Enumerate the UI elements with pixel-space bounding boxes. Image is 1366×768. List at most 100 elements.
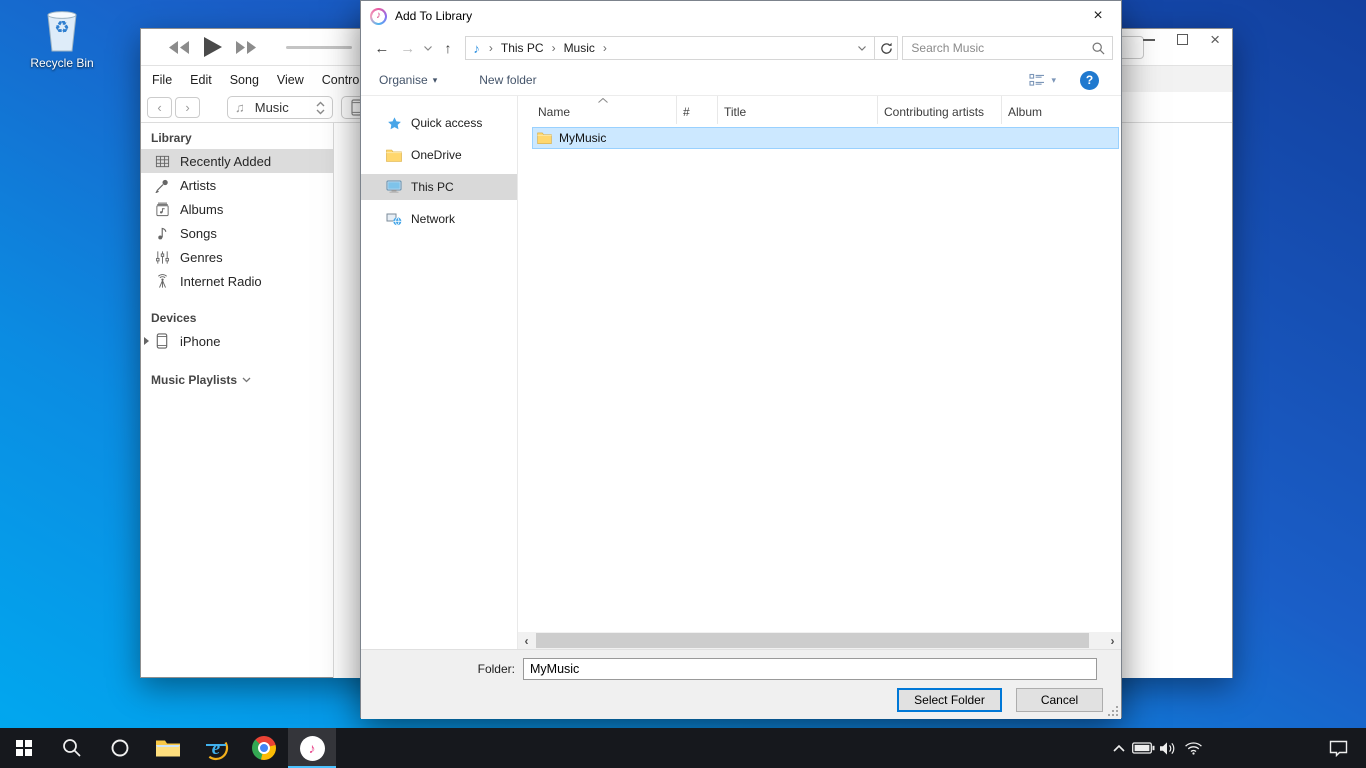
taskbar-search-button[interactable] <box>48 728 96 768</box>
internet-explorer-button[interactable]: e <box>192 728 240 768</box>
system-tray <box>1106 728 1366 768</box>
pane-item-quick-access[interactable]: Quick access <box>361 110 517 136</box>
search-icon[interactable] <box>1092 42 1112 55</box>
dialog-title-bar[interactable]: ♪ Add To Library × <box>361 1 1121 31</box>
search-input[interactable] <box>903 41 1092 55</box>
sidebar-item-albums[interactable]: Albums <box>141 197 333 221</box>
file-name: MyMusic <box>559 131 606 145</box>
column-header-number[interactable]: # <box>677 96 718 124</box>
media-kind-picker[interactable]: ♫ Music <box>227 96 333 119</box>
new-folder-button[interactable]: New folder <box>479 73 536 87</box>
minimize-icon[interactable] <box>1143 39 1155 41</box>
close-icon[interactable]: × <box>1210 34 1220 45</box>
cancel-button[interactable]: Cancel <box>1016 688 1103 712</box>
scroll-right-arrow[interactable]: › <box>1104 632 1121 649</box>
file-list: Name # Title Contributing artists Album … <box>518 96 1121 649</box>
itunes-taskbar-button[interactable]: ♪ <box>288 728 336 768</box>
pane-item-onedrive[interactable]: OneDrive <box>361 142 517 168</box>
start-button[interactable] <box>0 728 48 768</box>
rewind-button[interactable] <box>167 40 191 55</box>
search-icon <box>62 738 82 758</box>
this-pc-monitor-icon <box>385 180 403 194</box>
refresh-button[interactable] <box>875 36 899 60</box>
sidebar-item-recently-added[interactable]: Recently Added <box>141 149 333 173</box>
select-folder-button[interactable]: Select Folder <box>897 688 1002 712</box>
dialog-navigation-bar: ← → ↑ ♪ › This PC › Music › <box>361 31 1121 65</box>
breadcrumb-chevron[interactable]: › <box>599 41 611 55</box>
speaker-icon <box>1159 741 1179 756</box>
song-note-icon <box>153 226 171 241</box>
show-hidden-icons-button[interactable] <box>1106 728 1131 768</box>
volume-indicator[interactable] <box>1156 728 1181 768</box>
itunes-back-button[interactable]: ‹ <box>147 97 172 118</box>
chrome-button[interactable] <box>240 728 288 768</box>
help-button[interactable]: ? <box>1080 71 1099 90</box>
recycle-bin-desktop-icon[interactable]: ♻ Recycle Bin <box>26 8 98 70</box>
menu-view[interactable]: View <box>268 73 313 87</box>
refresh-icon <box>880 42 893 55</box>
forward-button: → <box>395 40 421 57</box>
wifi-icon <box>1184 741 1203 755</box>
chevron-up-icon <box>1113 745 1125 752</box>
breadcrumb-music[interactable]: Music <box>560 41 599 55</box>
music-note-icon: ♫ <box>235 100 245 115</box>
antenna-icon <box>153 274 171 289</box>
sidebar-item-genres[interactable]: Genres <box>141 245 333 269</box>
up-button[interactable]: ↑ <box>436 40 461 56</box>
recent-locations-chevron[interactable] <box>421 46 436 51</box>
itunes-forward-button[interactable]: › <box>175 97 200 118</box>
file-explorer-button[interactable] <box>144 728 192 768</box>
dialog-close-button[interactable]: × <box>1075 1 1121 31</box>
cortana-button[interactable] <box>96 728 144 768</box>
chevron-down-icon: ▾ <box>433 75 438 86</box>
internet-explorer-icon: e <box>203 735 229 761</box>
back-button[interactable]: ← <box>369 40 395 57</box>
folder-name-input[interactable] <box>523 658 1097 680</box>
search-box[interactable] <box>902 36 1113 60</box>
music-playlists-header[interactable]: Music Playlists <box>141 369 333 391</box>
quick-access-star-icon <box>385 116 403 131</box>
chrome-icon <box>252 736 276 760</box>
action-center-button[interactable] <box>1318 728 1358 768</box>
column-headers: Name # Title Contributing artists Album <box>518 96 1121 124</box>
sidebar-item-songs[interactable]: Songs <box>141 221 333 245</box>
address-bar[interactable]: ♪ › This PC › Music › <box>465 36 874 60</box>
horizontal-scrollbar[interactable]: ‹ › <box>518 632 1121 649</box>
music-library-icon: ♪ <box>466 41 485 56</box>
sidebar-item-artists[interactable]: Artists <box>141 173 333 197</box>
wifi-indicator[interactable] <box>1181 728 1206 768</box>
menu-edit[interactable]: Edit <box>181 73 221 87</box>
battery-indicator[interactable] <box>1131 728 1156 768</box>
windows-logo-icon <box>16 740 32 756</box>
menu-file[interactable]: File <box>143 73 181 87</box>
organise-menu-button[interactable]: Organise ▾ <box>379 73 437 87</box>
breadcrumb-this-pc[interactable]: This PC <box>497 41 548 55</box>
play-button[interactable] <box>201 35 224 59</box>
volume-slider[interactable] <box>286 46 352 49</box>
column-header-title[interactable]: Title <box>718 96 878 124</box>
maximize-icon[interactable] <box>1177 34 1188 45</box>
pane-item-network[interactable]: Network <box>361 206 517 232</box>
itunes-sidebar: Library Recently Added Artists Albums <box>141 123 334 678</box>
sidebar-item-internet-radio[interactable]: Internet Radio <box>141 269 333 293</box>
scrollbar-track[interactable] <box>535 632 1104 649</box>
grid-icon <box>153 154 171 169</box>
pane-item-this-pc[interactable]: This PC <box>361 174 517 200</box>
resize-grip[interactable] <box>1108 706 1119 717</box>
breadcrumb-chevron[interactable]: › <box>548 41 560 55</box>
sidebar-item-iphone[interactable]: iPhone <box>141 329 333 353</box>
scroll-left-arrow[interactable]: ‹ <box>518 632 535 649</box>
change-view-button[interactable]: ▾ <box>1029 73 1056 87</box>
menu-song[interactable]: Song <box>221 73 268 87</box>
address-dropdown-chevron[interactable] <box>858 46 874 51</box>
scrollbar-thumb[interactable] <box>536 633 1089 648</box>
action-center-icon <box>1329 740 1348 757</box>
fast-forward-button[interactable] <box>234 40 258 55</box>
recycle-symbol-icon: ♻ <box>43 18 81 38</box>
devices-section-header: Devices <box>141 307 333 329</box>
disclosure-triangle-icon[interactable] <box>144 337 149 345</box>
column-header-album[interactable]: Album <box>1002 96 1121 124</box>
column-header-contributing-artists[interactable]: Contributing artists <box>878 96 1002 124</box>
file-row-mymusic[interactable]: MyMusic <box>532 127 1119 149</box>
itunes-app-icon: ♪ <box>370 8 387 25</box>
